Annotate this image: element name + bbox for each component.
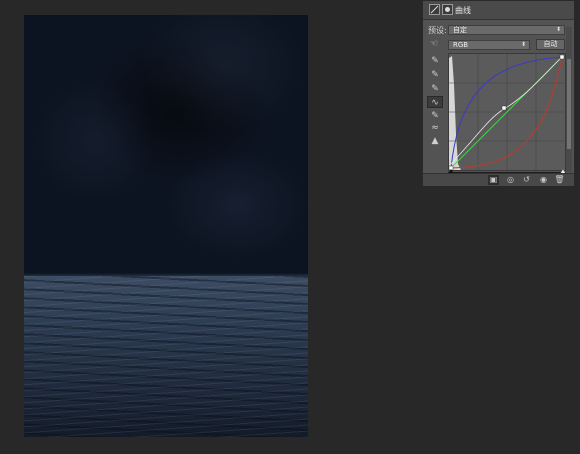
channel-select[interactable]: RGB ⬍ [448,40,530,50]
preset-label: 预设: [428,26,447,35]
panel-scrollbar[interactable] [566,27,572,172]
curves-svg [448,54,565,171]
clip-to-layer-icon[interactable]: ▣ [488,175,499,185]
edit-points-icon[interactable]: ∿ [427,96,443,108]
smooth-icon[interactable]: ≈ [427,122,443,134]
chevron-down-icon: ⬍ [555,26,561,33]
preset-select[interactable]: 自定 ⬍ [448,25,565,35]
chevron-down-icon: ⬍ [520,41,526,48]
layer-mask-icon[interactable] [442,4,453,15]
view-previous-icon[interactable]: ◎ [505,175,516,185]
curves-graph[interactable] [448,53,566,171]
channel-value: RGB [453,41,469,49]
panel-title: 曲线 [455,6,471,15]
panel-footer: ▣ ◎ ↺ ◉ 🗑 [423,173,574,186]
curve-control-point[interactable] [501,105,507,111]
histogram [449,56,461,170]
scrollbar-thumb[interactable] [567,59,571,149]
visibility-eye-icon[interactable]: ◉ [538,175,549,185]
sample-black-eyedropper-icon[interactable]: ✎ [427,55,443,67]
preset-value: 自定 [453,26,467,34]
sample-white-eyedropper-icon[interactable]: ✎ [427,83,443,95]
auto-button[interactable]: 自动 [536,39,565,50]
on-image-adjust-icon[interactable]: ☜ [426,38,442,50]
document-canvas[interactable] [24,15,308,437]
curves-adjustment-icon[interactable] [429,4,440,15]
properties-panel: 曲线 预设: 自定 ⬍ ☜ RGB ⬍ 自动 ✎ ✎ ✎ ∿ ✎ ≈ ▲ ▣ ◎… [422,0,575,186]
delete-icon[interactable]: 🗑 [554,175,565,185]
curve-end-point[interactable] [559,54,565,60]
draw-curve-icon[interactable]: ✎ [427,110,443,122]
sample-gray-eyedropper-icon[interactable]: ✎ [427,69,443,81]
reset-icon[interactable]: ↺ [521,175,532,185]
clipping-warning-icon[interactable]: ▲ [427,135,443,147]
panel-header: 曲线 [423,1,574,20]
sea-layer [24,276,308,437]
